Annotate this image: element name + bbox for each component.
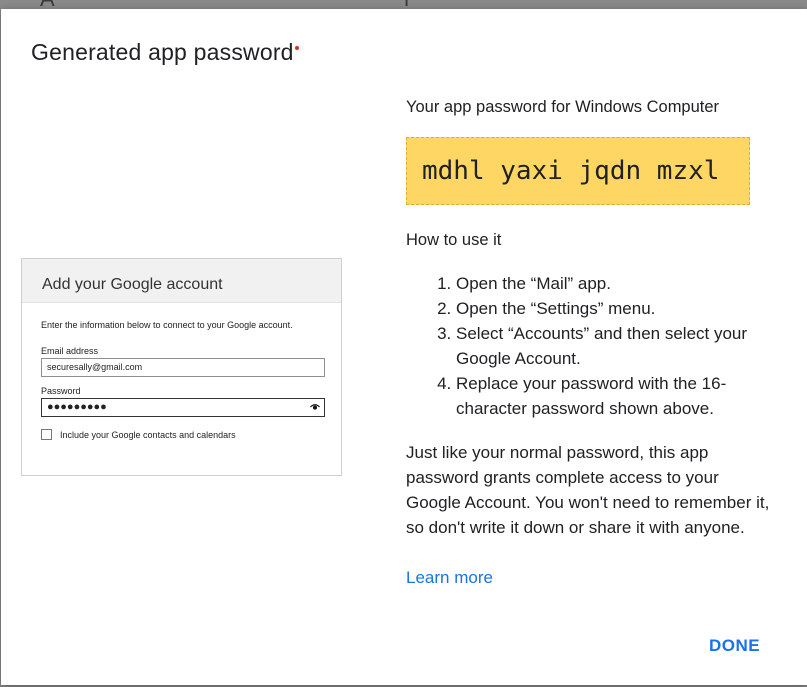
- illustration-checkbox: [41, 429, 52, 440]
- illustration-password-mask: ●●●●●●●●●: [47, 401, 107, 413]
- illustration-header: Add your Google account: [22, 259, 341, 303]
- notification-dot: [295, 46, 299, 50]
- how-to-heading: How to use it: [406, 231, 502, 249]
- illustration-password-field: ●●●●●●●●●: [41, 398, 325, 417]
- steps-list: Open the “Mail” app. Open the “Settings”…: [406, 271, 786, 421]
- step-item: Select “Accounts” and then select your G…: [456, 321, 786, 371]
- eye-icon: [310, 404, 320, 410]
- windows-mail-illustration: Add your Google account Enter the inform…: [21, 258, 342, 476]
- password-for-device: Your app password for Windows Computer: [406, 98, 720, 116]
- illustration-email-field: securesally@gmail.com: [41, 358, 325, 377]
- illustration-checkbox-label: Include your Google contacts and calenda…: [60, 429, 236, 440]
- done-button[interactable]: DONE: [701, 632, 768, 660]
- illustration-email-label: Email address: [41, 346, 99, 356]
- step-item: Open the “Settings” menu.: [456, 296, 786, 321]
- dialog-title: Generated app password: [31, 39, 294, 65]
- illustration-intro: Enter the information below to connect t…: [41, 320, 293, 330]
- security-note: Just like your normal password, this app…: [406, 443, 770, 537]
- illustration-password-label: Password: [41, 386, 81, 396]
- step-item: Replace your password with the 16-charac…: [456, 371, 786, 421]
- illustration-checkbox-row: Include your Google contacts and calenda…: [41, 429, 326, 440]
- illustration-body: Enter the information below to connect t…: [22, 303, 341, 440]
- app-password-dialog: Generated app password Add your Google a…: [1, 9, 807, 685]
- step-item: Open the “Mail” app.: [456, 271, 786, 296]
- illustration-title: Add your Google account: [42, 276, 223, 293]
- learn-more-link[interactable]: Learn more: [406, 565, 493, 590]
- app-password-value[interactable]: mdhl yaxi jqdn mzxl: [406, 137, 750, 205]
